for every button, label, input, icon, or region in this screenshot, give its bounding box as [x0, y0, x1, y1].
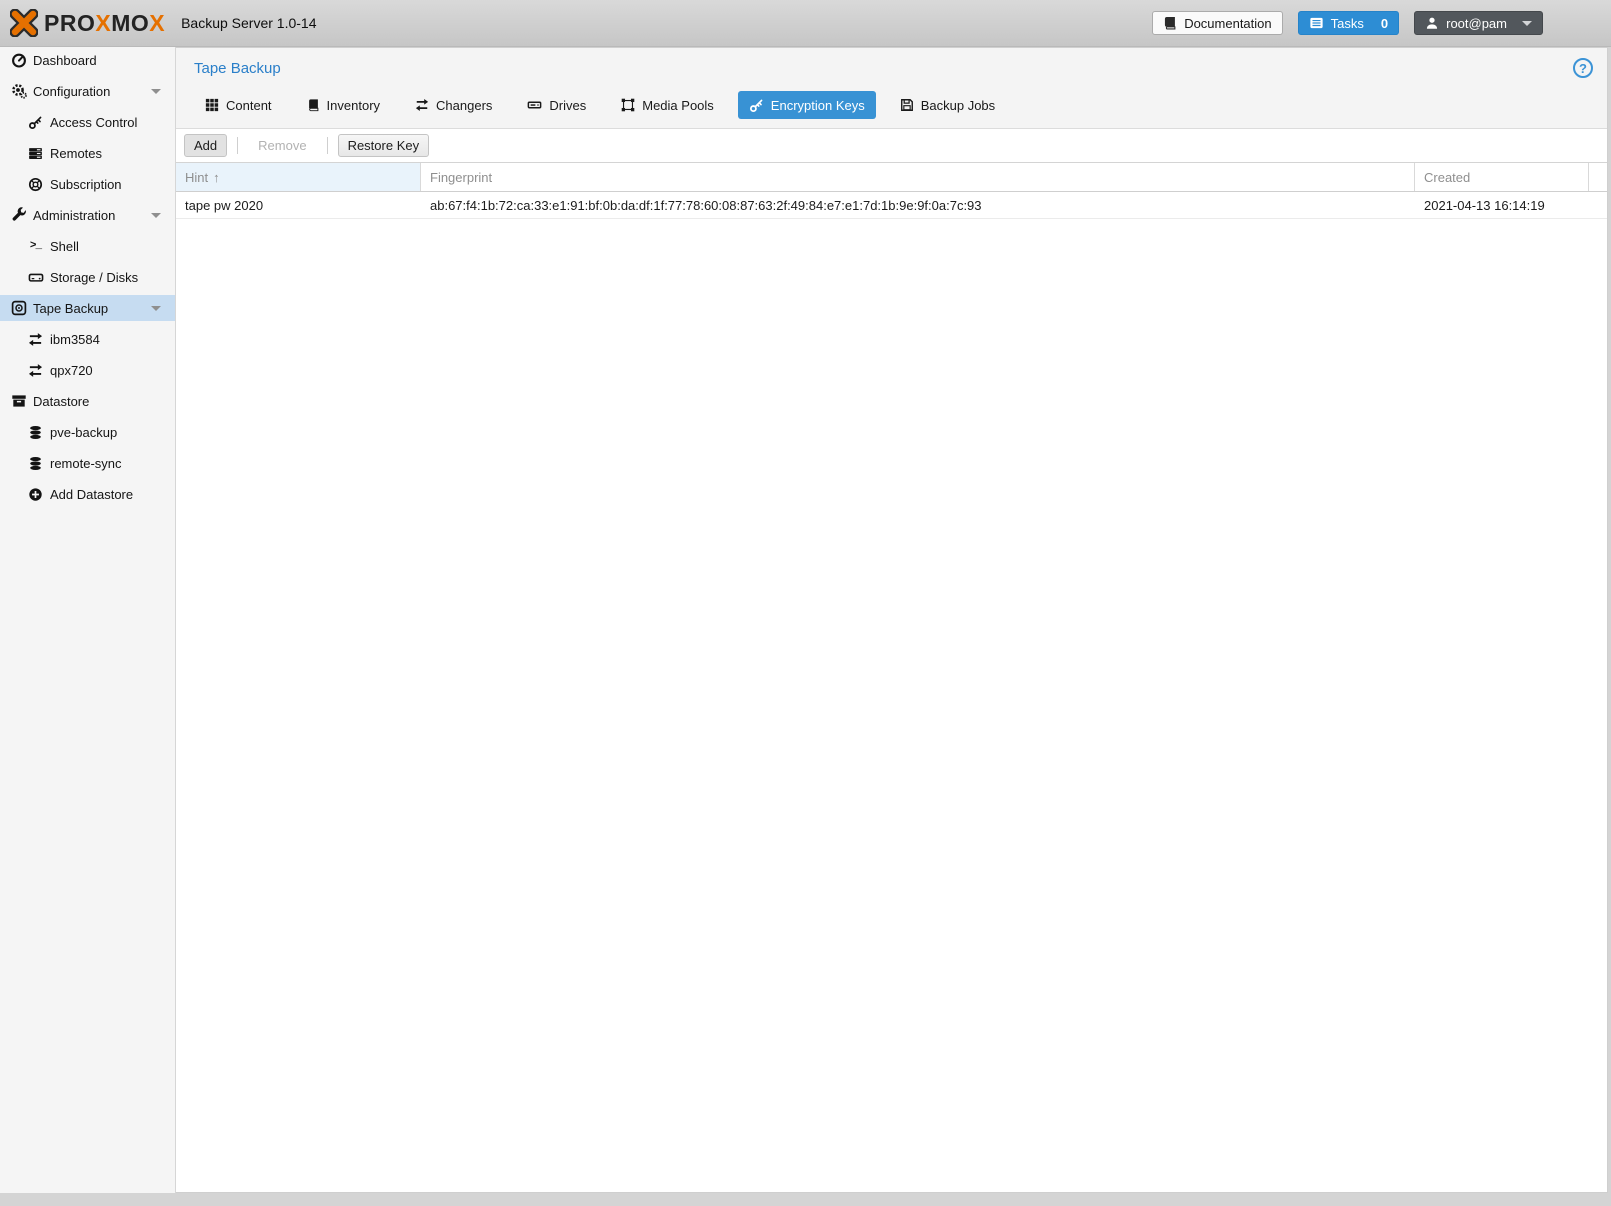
cell-hint: tape pw 2020 — [176, 198, 421, 213]
hdd-icon — [27, 269, 44, 285]
sidebar-item-administration[interactable]: Administration — [0, 202, 175, 228]
book-icon — [307, 98, 320, 112]
column-header-hint[interactable]: Hint ↑ — [176, 163, 421, 191]
sidebar-item-shell[interactable]: >_ Shell — [0, 233, 175, 259]
user-menu-button[interactable]: root@pam — [1414, 11, 1543, 35]
exchange-icon — [27, 362, 44, 378]
tab-drives[interactable]: Drives — [516, 91, 597, 119]
proxmox-x-icon — [10, 9, 38, 37]
sidebar-item-remote-sync[interactable]: remote-sync — [0, 450, 175, 476]
main-panel: Tape Backup ? Content Inventory — [176, 47, 1608, 1193]
column-header-fingerprint[interactable]: Fingerprint — [421, 163, 1415, 191]
chevron-down-icon[interactable] — [151, 213, 161, 218]
user-icon — [1425, 16, 1439, 30]
drive-icon — [527, 98, 542, 112]
column-header-created[interactable]: Created — [1415, 163, 1589, 191]
task-list-icon — [1309, 16, 1324, 30]
database-icon — [27, 424, 44, 440]
exchange-icon — [415, 98, 429, 112]
key-icon — [27, 114, 44, 130]
tab-media-pools[interactable]: Media Pools — [610, 91, 725, 119]
tab-backup-jobs[interactable]: Backup Jobs — [889, 91, 1006, 119]
tab-bar: Content Inventory Changers — [194, 91, 1597, 119]
sidebar-item-qpx720[interactable]: qpx720 — [0, 357, 175, 383]
gauge-icon — [10, 52, 27, 68]
table-header: Hint ↑ Fingerprint Created — [176, 163, 1607, 192]
chevron-down-icon[interactable] — [151, 89, 161, 94]
sidebar-item-tape-backup[interactable]: Tape Backup — [0, 295, 175, 321]
sidebar-item-subscription[interactable]: Subscription — [0, 171, 175, 197]
tape-icon — [10, 300, 27, 316]
sidebar-item-remotes[interactable]: Remotes — [0, 140, 175, 166]
sidebar-item-access-control[interactable]: Access Control — [0, 109, 175, 135]
proxmox-wordmark: PROXMOX — [44, 10, 165, 37]
toolbar-separator — [327, 137, 328, 154]
sidebar-item-add-datastore[interactable]: Add Datastore — [0, 481, 175, 507]
tab-encryption-keys[interactable]: Encryption Keys — [738, 91, 876, 119]
documentation-button[interactable]: Documentation — [1152, 11, 1282, 35]
table-row[interactable]: tape pw 2020 ab:67:f4:1b:72:ca:33:e1:91:… — [176, 192, 1607, 219]
restore-key-button[interactable]: Restore Key — [338, 134, 430, 157]
sidebar-item-storage-disks[interactable]: Storage / Disks — [0, 264, 175, 290]
cell-created: 2021-04-13 16:14:19 — [1415, 198, 1589, 213]
save-icon — [900, 98, 914, 112]
tasks-count-badge: 0 — [1381, 16, 1388, 31]
server-icon — [27, 145, 44, 161]
terminal-icon: >_ — [27, 238, 44, 254]
sidebar-item-dashboard[interactable]: Dashboard — [0, 47, 175, 73]
tab-inventory[interactable]: Inventory — [296, 91, 391, 119]
column-header-spacer — [1589, 163, 1607, 191]
sidebar-item-ibm3584[interactable]: ibm3584 — [0, 326, 175, 352]
cell-fingerprint: ab:67:f4:1b:72:ca:33:e1:91:bf:0b:da:df:1… — [421, 198, 1415, 213]
help-icon[interactable]: ? — [1573, 58, 1593, 78]
exchange-icon — [27, 331, 44, 347]
sidebar-item-pve-backup[interactable]: pve-backup — [0, 419, 175, 445]
plus-circle-icon — [27, 486, 44, 502]
app-title: Backup Server 1.0-14 — [181, 15, 316, 31]
gears-icon — [10, 83, 27, 99]
sidebar-nav: Dashboard Configuration Access Control R… — [0, 47, 176, 1193]
tab-content[interactable]: Content — [194, 91, 283, 119]
chevron-down-icon[interactable] — [151, 306, 161, 311]
add-button[interactable]: Add — [184, 134, 227, 157]
archive-icon — [10, 393, 27, 409]
proxmox-logo: PROXMOX — [10, 9, 165, 37]
tab-changers[interactable]: Changers — [404, 91, 503, 119]
sidebar-item-configuration[interactable]: Configuration — [0, 78, 175, 104]
panel-header: Tape Backup ? Content Inventory — [176, 48, 1607, 129]
toolbar-separator — [237, 137, 238, 154]
wrench-icon — [10, 207, 27, 223]
sort-ascending-icon: ↑ — [213, 170, 220, 185]
tasks-button[interactable]: Tasks 0 — [1298, 11, 1399, 35]
grid-icon — [205, 98, 219, 112]
database-icon — [27, 455, 44, 471]
top-bar: PROXMOX Backup Server 1.0-14 Documentati… — [0, 0, 1611, 47]
chevron-down-icon — [1522, 21, 1532, 26]
key-icon — [749, 98, 764, 113]
page-title: Tape Backup — [194, 60, 1597, 77]
life-ring-icon — [27, 176, 44, 192]
book-icon — [1163, 16, 1177, 30]
object-group-icon — [621, 98, 635, 112]
remove-button: Remove — [248, 134, 316, 157]
grid-toolbar: Add Remove Restore Key — [176, 129, 1607, 163]
sidebar-item-datastore[interactable]: Datastore — [0, 388, 175, 414]
